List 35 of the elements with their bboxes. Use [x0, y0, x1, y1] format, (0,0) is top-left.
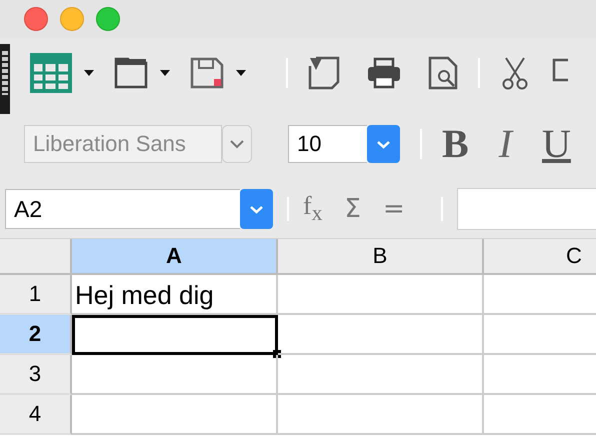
print-icon[interactable]: [366, 57, 402, 89]
bold-button[interactable]: B: [442, 124, 469, 164]
row-header[interactable]: 2: [0, 315, 72, 355]
italic-button[interactable]: I: [498, 124, 512, 164]
dropdown-button[interactable]: [222, 125, 252, 163]
zoom-icon[interactable]: [96, 7, 120, 31]
toolbar-grip[interactable]: [2, 51, 8, 95]
equals-button[interactable]: =: [382, 196, 405, 222]
row-header[interactable]: 3: [0, 355, 72, 395]
close-icon[interactable]: [24, 7, 48, 31]
folder-icon[interactable]: [114, 57, 148, 89]
caret-icon[interactable]: [84, 70, 94, 76]
column-header[interactable]: A: [72, 239, 278, 275]
scissors-icon[interactable]: [500, 56, 530, 90]
fx-button[interactable]: f$_{x}$: [303, 193, 322, 225]
caret-icon[interactable]: [236, 70, 246, 76]
spreadsheet-icon[interactable]: [30, 53, 72, 93]
print-preview-icon[interactable]: [428, 56, 458, 90]
table-cell[interactable]: [72, 315, 278, 355]
formula-input[interactable]: [456, 188, 596, 230]
table-cell[interactable]: Hej med dig: [72, 275, 278, 315]
underline-button[interactable]: U: [542, 124, 571, 164]
caret-icon[interactable]: [160, 70, 170, 76]
row-header[interactable]: 4: [0, 395, 72, 435]
column-header[interactable]: C: [484, 239, 596, 275]
dropdown-button[interactable]: [367, 125, 400, 163]
dropdown-button[interactable]: [240, 189, 273, 229]
pdf-export-icon[interactable]: [308, 56, 340, 90]
font-size-combobox[interactable]: 10: [288, 125, 400, 163]
minimize-icon[interactable]: [60, 7, 84, 31]
row-header[interactable]: 1: [0, 275, 72, 315]
background-window: [0, 44, 10, 114]
sum-button[interactable]: Σ: [344, 196, 361, 222]
column-header[interactable]: B: [278, 239, 484, 275]
font-size-field[interactable]: 10: [288, 125, 367, 163]
